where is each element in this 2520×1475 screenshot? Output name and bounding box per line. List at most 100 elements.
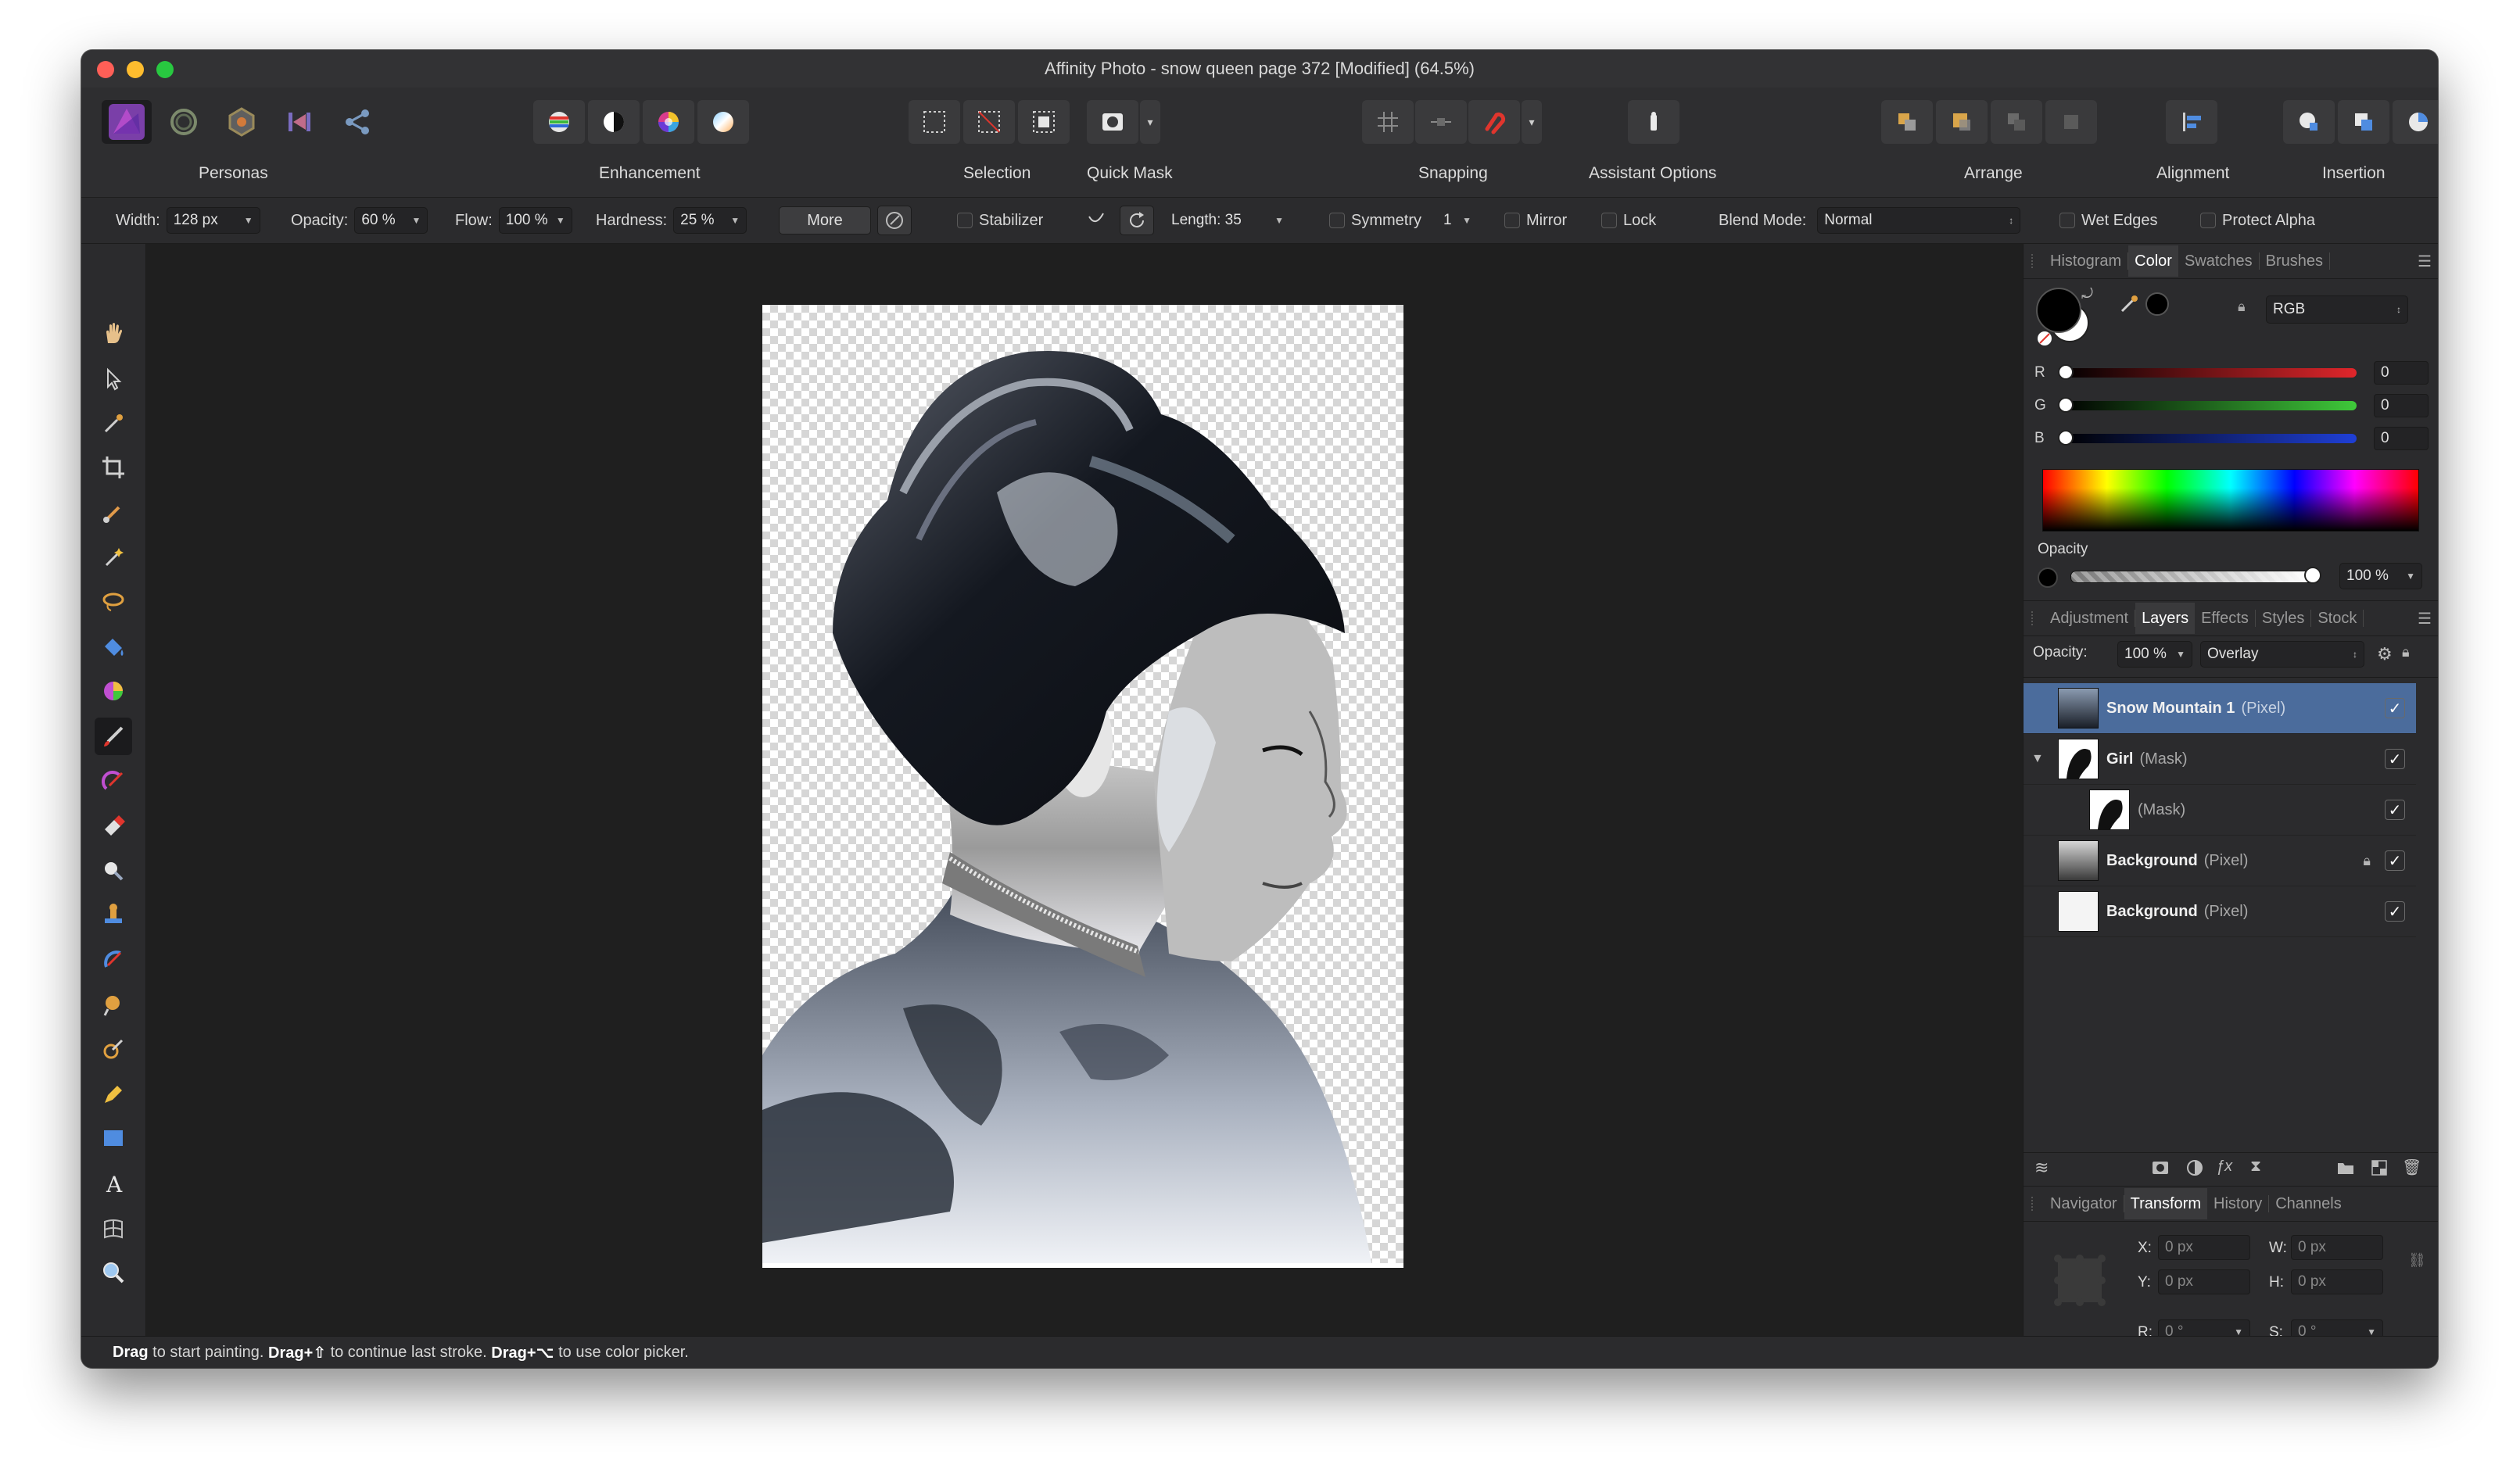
blue-slider-knob[interactable]: [2058, 430, 2074, 446]
deselect-button[interactable]: [963, 100, 1015, 144]
minimize-window-button[interactable]: [127, 61, 144, 78]
invert-selection-button[interactable]: [1018, 100, 1070, 144]
tab-stock[interactable]: Stock: [2311, 610, 2364, 627]
lock-icon[interactable]: 🔒︎: [2238, 299, 2246, 315]
tab-styles[interactable]: Styles: [2256, 610, 2312, 627]
stabilizer-checkbox[interactable]: [957, 213, 973, 228]
add-pixel-layer-icon[interactable]: [2371, 1159, 2388, 1176]
white-balance-button[interactable]: [697, 100, 749, 144]
move-forward-one-button[interactable]: [1991, 100, 2042, 144]
mask-layer-icon[interactable]: [2152, 1159, 2169, 1176]
layer-locked-icon[interactable]: 🔒︎: [2363, 853, 2371, 869]
tab-navigator[interactable]: Navigator: [2044, 1195, 2124, 1212]
tab-transform[interactable]: Transform: [2124, 1188, 2207, 1219]
hardness-field[interactable]: 25 % ▼: [673, 207, 747, 234]
erase-tool[interactable]: [95, 807, 132, 844]
view-tool[interactable]: [95, 314, 132, 352]
color-mode-select[interactable]: RGB ↕: [2266, 295, 2408, 324]
window-mode-button[interactable]: [1120, 206, 1154, 235]
w-field[interactable]: 0 px: [2291, 1235, 2383, 1260]
width-field[interactable]: 128 px ▼: [166, 207, 260, 234]
protect-alpha-checkbox[interactable]: [2200, 213, 2216, 228]
healing-brush-tool[interactable]: [95, 1030, 132, 1068]
live-filter-icon[interactable]: ⧗: [2250, 1158, 2261, 1176]
select-all-button[interactable]: [909, 100, 960, 144]
rope-mode-button[interactable]: [1079, 206, 1113, 235]
tab-adjustment[interactable]: Adjustment: [2044, 610, 2136, 627]
assistant-button[interactable]: [1628, 100, 1679, 144]
red-value[interactable]: 0: [2374, 361, 2429, 385]
insert-top-button[interactable]: [2393, 100, 2438, 144]
pressure-button[interactable]: [877, 206, 912, 235]
liquify-persona-button[interactable]: [158, 100, 210, 144]
move-tool[interactable]: [95, 360, 132, 397]
blue-slider[interactable]: [2058, 430, 2357, 446]
tab-layers[interactable]: Layers: [2135, 603, 2196, 634]
tab-histogram[interactable]: Histogram: [2044, 252, 2129, 270]
length-field[interactable]: Length: 35 ▼: [1165, 207, 1290, 234]
move-back-one-button[interactable]: [1936, 100, 1988, 144]
symmetry-count-field[interactable]: 1 ▼: [1437, 207, 1478, 234]
gradient-tool[interactable]: [95, 672, 132, 710]
pen-tool[interactable]: [95, 1076, 132, 1113]
tab-effects[interactable]: Effects: [2195, 610, 2256, 627]
fx-icon[interactable]: ƒx: [2216, 1158, 2232, 1176]
flood-select-tool[interactable]: [95, 538, 132, 575]
x-field[interactable]: 0 px: [2158, 1235, 2250, 1260]
quick-mask-dropdown[interactable]: ▾: [1140, 100, 1160, 144]
mirror-checkbox[interactable]: [1504, 213, 1520, 228]
maximize-window-button[interactable]: [156, 61, 174, 78]
layer-row[interactable]: Background (Pixel) 🔒︎ ✓: [2024, 836, 2416, 886]
insert-inside-button[interactable]: [2283, 100, 2335, 144]
more-button[interactable]: More: [779, 206, 871, 234]
tab-brushes[interactable]: Brushes: [2260, 252, 2331, 270]
color-spectrum[interactable]: [2042, 469, 2419, 532]
tab-channels[interactable]: Channels: [2269, 1195, 2348, 1212]
tone-mapping-persona-button[interactable]: [274, 100, 325, 144]
quick-mask-button[interactable]: [1087, 100, 1138, 144]
develop-persona-button[interactable]: [216, 100, 267, 144]
layers-stack-icon[interactable]: ≋: [2034, 1158, 2049, 1178]
blend-mode-select[interactable]: Normal ↕: [1817, 207, 2021, 234]
levels-button[interactable]: [533, 100, 585, 144]
disclosure-triangle-icon[interactable]: ▼: [2031, 752, 2047, 766]
panel-menu-icon[interactable]: ☰: [2418, 252, 2432, 271]
opacity-slider-knob[interactable]: [2304, 567, 2321, 584]
blue-value[interactable]: 0: [2374, 427, 2429, 450]
red-slider-knob[interactable]: [2058, 364, 2074, 380]
alignment-button[interactable]: [2166, 100, 2217, 144]
smudge-tool[interactable]: [95, 986, 132, 1024]
move-to-back-button[interactable]: [1881, 100, 1933, 144]
lasso-tool[interactable]: [95, 583, 132, 621]
panel-menu-icon[interactable]: ☰: [2418, 609, 2432, 628]
blur-brush-tool[interactable]: [95, 941, 132, 979]
green-slider-knob[interactable]: [2058, 397, 2074, 413]
red-slider[interactable]: [2058, 364, 2357, 380]
opacity-value-field[interactable]: 100 % ▼: [2339, 563, 2422, 589]
color-picker-tool[interactable]: [95, 405, 132, 442]
dodge-tool[interactable]: [95, 852, 132, 890]
curves-button[interactable]: [588, 100, 640, 144]
layer-opacity-field[interactable]: 100 % ▼: [2117, 641, 2192, 668]
swap-colors-icon[interactable]: ⤾: [2081, 286, 2093, 303]
move-to-front-button[interactable]: [2045, 100, 2097, 144]
visibility-checkbox[interactable]: ✓: [2385, 850, 2405, 871]
adjustment-icon[interactable]: [2186, 1159, 2203, 1176]
guides-button[interactable]: [1415, 100, 1467, 144]
shape-tool[interactable]: [95, 1119, 132, 1157]
link-icon[interactable]: ⛓︎: [2408, 1252, 2426, 1269]
visibility-checkbox[interactable]: ✓: [2385, 749, 2405, 769]
photo-persona-button[interactable]: [102, 100, 152, 144]
close-window-button[interactable]: [97, 61, 114, 78]
crop-tool[interactable]: [95, 449, 132, 486]
no-color-icon[interactable]: [2038, 331, 2052, 345]
selection-brush-tool[interactable]: [95, 494, 132, 532]
layer-row[interactable]: (Mask) ✓: [2024, 785, 2416, 836]
layer-lock-icon[interactable]: 🔒︎: [2402, 644, 2410, 661]
lock-checkbox[interactable]: [1601, 213, 1617, 228]
picker-icon[interactable]: [2117, 292, 2141, 320]
visibility-checkbox[interactable]: ✓: [2385, 901, 2405, 922]
layer-row[interactable]: Background (Pixel) ✓: [2024, 886, 2416, 937]
anchor-point-selector[interactable]: [2052, 1252, 2108, 1309]
visibility-checkbox[interactable]: ✓: [2385, 800, 2405, 820]
